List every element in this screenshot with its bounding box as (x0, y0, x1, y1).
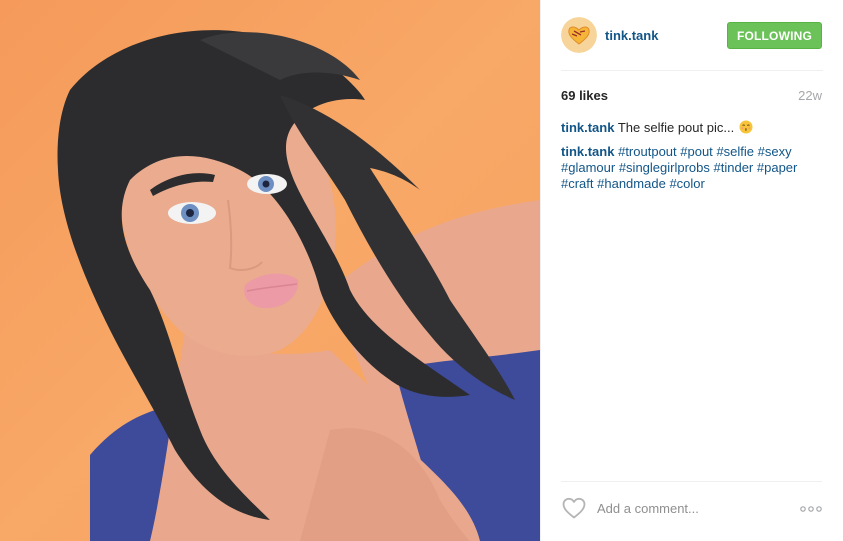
hashtag-link[interactable]: #pout (680, 144, 713, 159)
add-comment-input[interactable] (597, 497, 787, 519)
hashtags-comment: tink.tank #troutpout #pout #selfie #sexy… (561, 144, 822, 192)
post-age[interactable]: 22w (798, 88, 822, 103)
more-options-icon[interactable] (800, 505, 822, 513)
comment-list: tink.tank The selfie pout pic... tink.ta… (561, 120, 822, 200)
post-photo[interactable] (0, 0, 540, 541)
hashtag-link[interactable]: #glamour (561, 160, 615, 175)
hashtags-username[interactable]: tink.tank (561, 144, 614, 159)
hashtag-link[interactable]: #troutpout (618, 144, 677, 159)
footer-divider (561, 481, 822, 482)
heart-outline-icon[interactable] (561, 496, 587, 520)
hashtag-link[interactable]: #selfie (716, 144, 754, 159)
caption-username[interactable]: tink.tank (561, 120, 614, 135)
instagram-post: tink.tank FOLLOWING 69 likes 22w tink.ta… (0, 0, 843, 541)
hashtag-link[interactable]: #sexy (758, 144, 792, 159)
post-meta: 69 likes 22w (561, 88, 822, 108)
kissing-face-icon (739, 120, 753, 134)
avatar[interactable] (561, 17, 597, 53)
paper-craft-portrait-image (0, 0, 540, 541)
hashtag-link[interactable]: #singlegirlprobs (619, 160, 710, 175)
paper-heart-avatar-icon (561, 17, 597, 53)
post-side-panel: tink.tank FOLLOWING 69 likes 22w tink.ta… (540, 0, 843, 541)
hashtag-link[interactable]: #handmade (597, 176, 666, 191)
hashtag-link[interactable]: #craft (561, 176, 594, 191)
post-header: tink.tank FOLLOWING (541, 0, 843, 71)
caption-text: The selfie pout pic... (617, 120, 735, 135)
hashtag-link[interactable]: #paper (757, 160, 797, 175)
likes-count[interactable]: 69 likes (561, 88, 608, 103)
hashtag-link[interactable]: #tinder (714, 160, 754, 175)
username-link[interactable]: tink.tank (605, 28, 658, 43)
following-button[interactable]: FOLLOWING (727, 22, 822, 49)
caption-comment: tink.tank The selfie pout pic... (561, 120, 822, 136)
header-divider (561, 70, 823, 71)
post-footer (561, 481, 822, 541)
hashtag-link[interactable]: #color (669, 176, 704, 191)
